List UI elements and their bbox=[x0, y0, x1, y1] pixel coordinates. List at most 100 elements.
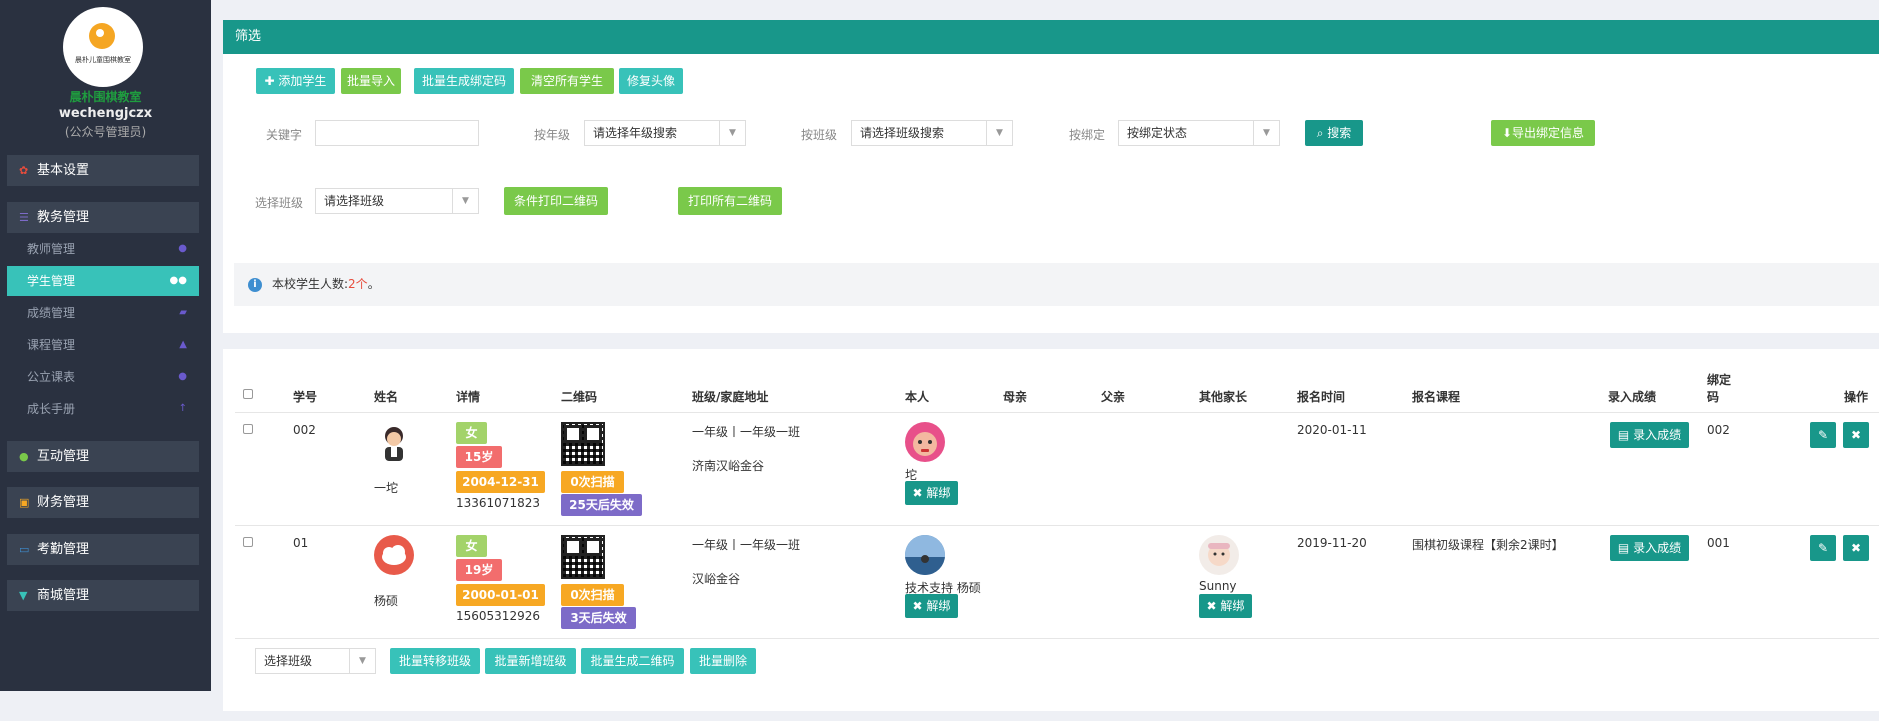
bind-status-select[interactable]: 按绑定状态 ▼ bbox=[1118, 120, 1280, 146]
filter-header: 筛选 bbox=[223, 20, 1879, 54]
sidebar-item-students[interactable]: 学生管理 ●● bbox=[7, 266, 199, 296]
sidebar-item-teachers[interactable]: 教师管理 ● bbox=[7, 234, 199, 264]
batch-transfer-class-button[interactable]: 批量转移班级 bbox=[390, 648, 480, 674]
header-divider bbox=[235, 412, 1879, 413]
grade-select[interactable]: 请选择年级搜索 ▼ bbox=[584, 120, 746, 146]
header-detail: 详情 bbox=[456, 390, 481, 404]
self-avatar bbox=[905, 422, 945, 462]
nav-group-academic[interactable]: ☰ 教务管理 bbox=[7, 202, 199, 233]
row-checkbox[interactable] bbox=[243, 424, 253, 434]
sidebar-item-label: 成长手册 bbox=[27, 402, 76, 416]
list-icon: ▤ bbox=[1617, 541, 1634, 555]
download-icon: ⬇ bbox=[1501, 126, 1513, 140]
keyword-input[interactable] bbox=[315, 120, 479, 146]
info-prefix: 本校学生人数: bbox=[272, 277, 349, 291]
student-qrcode[interactable] bbox=[561, 535, 605, 579]
header-other-parent: 其他家长 bbox=[1199, 390, 1248, 404]
choose-class-select[interactable]: 请选择班级 ▼ bbox=[315, 188, 479, 214]
unbind-other-parent-button[interactable]: ✖ 解绑 bbox=[1199, 594, 1252, 618]
nav-group-interaction[interactable]: ● 互动管理 bbox=[7, 441, 199, 472]
select-value: 请选择班级搜索 bbox=[860, 126, 945, 140]
cloud-icon bbox=[382, 545, 406, 565]
header-qrcode: 二维码 bbox=[561, 390, 598, 404]
book-icon: ▰ bbox=[179, 307, 187, 318]
info-count: 2个 bbox=[348, 277, 368, 291]
card-icon: ▭ bbox=[19, 543, 30, 556]
nav-group-label: 商城管理 bbox=[37, 588, 90, 603]
nav-group-finance[interactable]: ▣ 财务管理 bbox=[7, 487, 199, 518]
money-icon: ▣ bbox=[19, 496, 30, 509]
arrow-up-icon: ↑ bbox=[178, 403, 187, 414]
row-checkbox[interactable] bbox=[243, 537, 253, 547]
enter-score-button[interactable]: ▤ 录入成绩 bbox=[1610, 422, 1689, 448]
search-button[interactable]: ⌕ 搜索 bbox=[1305, 120, 1363, 146]
other-parent-avatar bbox=[1199, 535, 1239, 575]
nav-group-mall[interactable]: ▼ 商城管理 bbox=[7, 580, 199, 611]
batch-generate-qrcode-button[interactable]: 批量生成二维码 bbox=[581, 648, 684, 674]
student-cartoon-icon bbox=[385, 427, 403, 461]
fix-avatar-button[interactable]: 修复头像 bbox=[619, 68, 683, 94]
gear-icon: ✿ bbox=[19, 164, 29, 177]
list-icon: ☰ bbox=[19, 211, 29, 224]
batch-add-class-button[interactable]: 批量新增班级 bbox=[485, 648, 576, 674]
button-label: 搜索 bbox=[1327, 126, 1352, 140]
student-table-panel: 学号 姓名 详情 二维码 班级/家庭地址 本人 母亲 父亲 其他家长 报名时间 … bbox=[223, 349, 1879, 711]
close-icon: ✖ bbox=[1850, 541, 1862, 555]
select-all-checkbox[interactable] bbox=[243, 389, 253, 399]
home-address: 汉峪金谷 bbox=[692, 572, 741, 586]
home-address: 济南汉峪金谷 bbox=[692, 459, 765, 473]
header-signup-time: 报名时间 bbox=[1297, 390, 1346, 404]
batch-delete-button[interactable]: 批量删除 bbox=[690, 648, 756, 674]
nav-group-basic-settings[interactable]: ✿ 基本设置 bbox=[7, 155, 199, 186]
batch-bind-code-button[interactable]: 批量生成绑定码 bbox=[414, 68, 514, 94]
user-role: (公众号管理员) bbox=[64, 125, 147, 139]
info-suffix: 。 bbox=[367, 277, 380, 291]
batch-import-button[interactable]: 批量导入 bbox=[341, 68, 401, 94]
caret-down-icon: ▼ bbox=[1253, 121, 1279, 145]
clear-all-students-button[interactable]: 清空所有学生 bbox=[520, 68, 614, 94]
filter-panel: 筛选 ✚ 添加学生 批量导入 批量生成绑定码 清空所有学生 修复头像 关键字 按… bbox=[223, 20, 1879, 333]
add-student-button[interactable]: ✚ 添加学生 bbox=[256, 68, 335, 94]
caret-down-icon: ▼ bbox=[719, 121, 745, 145]
student-avatar bbox=[374, 422, 414, 462]
header-father: 父亲 bbox=[1101, 390, 1126, 404]
select-value: 请选择年级搜索 bbox=[593, 126, 678, 140]
student-name: 一坨 bbox=[374, 481, 399, 495]
caret-down-icon: ▼ bbox=[986, 121, 1012, 145]
unbind-button[interactable]: ✖ 解绑 bbox=[905, 481, 958, 505]
school-name: 晨朴围棋教室 bbox=[69, 90, 142, 104]
enter-score-button[interactable]: ▤ 录入成绩 bbox=[1610, 535, 1689, 561]
nav-group-label: 财务管理 bbox=[37, 495, 90, 510]
edit-button[interactable]: ✎ bbox=[1810, 535, 1836, 561]
print-conditional-qrcode-button[interactable]: 条件打印二维码 bbox=[504, 187, 608, 215]
select-value: 按绑定状态 bbox=[1127, 126, 1188, 140]
edit-button[interactable]: ✎ bbox=[1810, 422, 1836, 448]
unbind-button[interactable]: ✖ 解绑 bbox=[905, 594, 958, 618]
expiry-badge: 25天后失效 bbox=[561, 494, 642, 516]
phone-number: 13361071823 bbox=[456, 496, 540, 510]
sidebar-item-label: 公立课表 bbox=[27, 370, 76, 384]
export-bind-info-button[interactable]: ⬇导出绑定信息 bbox=[1491, 120, 1595, 146]
pencil-icon: ✎ bbox=[1817, 541, 1829, 555]
batch-class-select[interactable]: 选择班级 ▼ bbox=[255, 648, 376, 674]
nav-group-attendance[interactable]: ▭ 考勤管理 bbox=[7, 534, 199, 565]
bind-code: 002 bbox=[1707, 423, 1730, 437]
student-qrcode[interactable] bbox=[561, 422, 605, 466]
sidebar-item-timetable[interactable]: 公立课表 ● bbox=[7, 362, 199, 392]
gender-badge: 女 bbox=[456, 422, 487, 444]
clock-icon: ● bbox=[178, 371, 187, 382]
sidebar-item-courses[interactable]: 课程管理 ▲ bbox=[7, 330, 199, 360]
class-name: 一年级丨一年级一班 bbox=[692, 425, 801, 439]
delete-button[interactable]: ✖ bbox=[1843, 422, 1869, 448]
close-icon: ✖ bbox=[912, 599, 927, 613]
age-badge: 19岁 bbox=[456, 559, 502, 581]
header-name: 姓名 bbox=[374, 390, 399, 404]
close-icon: ✖ bbox=[912, 486, 927, 500]
sidebar-item-growth[interactable]: 成长手册 ↑ bbox=[7, 394, 199, 424]
face-icon bbox=[913, 432, 937, 456]
class-select[interactable]: 请选择班级搜索 ▼ bbox=[851, 120, 1013, 146]
print-all-qrcode-button[interactable]: 打印所有二维码 bbox=[678, 187, 782, 215]
button-label: 解绑 bbox=[926, 486, 951, 500]
delete-button[interactable]: ✖ bbox=[1843, 535, 1869, 561]
sidebar-item-scores[interactable]: 成绩管理 ▰ bbox=[7, 298, 199, 328]
